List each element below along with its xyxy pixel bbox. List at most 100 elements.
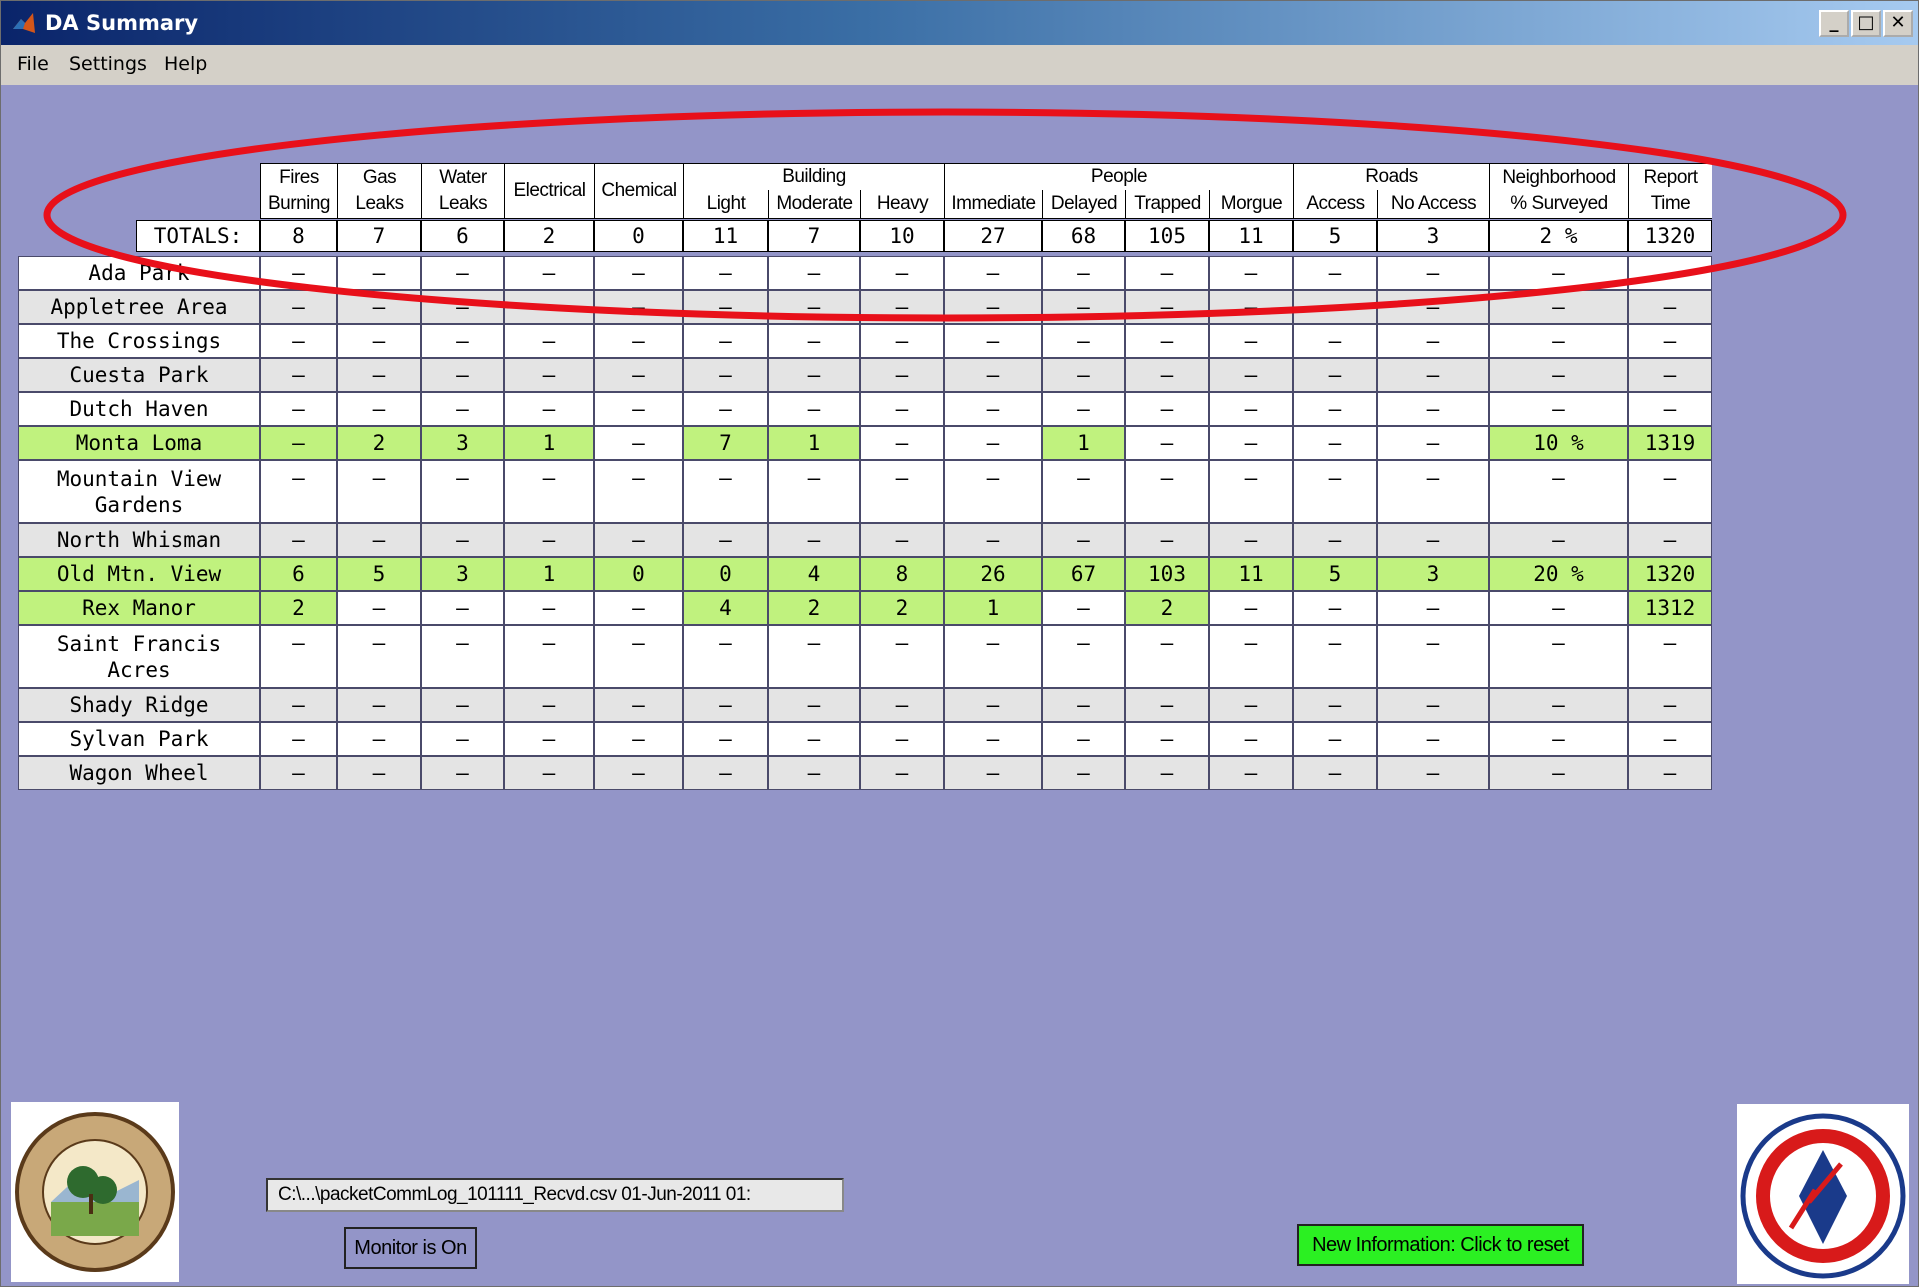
table-cell: –	[504, 324, 594, 358]
column-header: Light	[683, 190, 768, 218]
table-cell: –	[1293, 426, 1377, 460]
neighborhood-name[interactable]: Monta Loma	[18, 426, 260, 460]
neighborhood-name[interactable]: Appletree Area	[18, 290, 260, 324]
table-cell: –	[1125, 460, 1209, 523]
neighborhood-name[interactable]: Cuesta Park	[18, 358, 260, 392]
log-file-path-field[interactable]: C:\...\packetCommLog_101111_Recvd.csv 01…	[266, 1178, 844, 1212]
table-cell: –	[337, 591, 421, 625]
table-cell: –	[594, 324, 683, 358]
title-bar[interactable]: DA Summary _ □ ✕	[1, 1, 1918, 45]
table-cell: –	[1293, 358, 1377, 392]
neighborhood-name[interactable]: Sylvan Park	[18, 722, 260, 756]
table-cell: –	[421, 460, 504, 523]
neighborhood-name[interactable]: Shady Ridge	[18, 688, 260, 722]
table-cell: –	[594, 625, 683, 688]
table-cell: –	[944, 290, 1042, 324]
table-cell: –	[1042, 591, 1125, 625]
table-cell: 1312	[1628, 591, 1712, 625]
table-cell: –	[1628, 625, 1712, 688]
table-cell: –	[1125, 426, 1209, 460]
table-cell: 0	[683, 557, 768, 591]
table-cell: –	[944, 523, 1042, 557]
table-cell: –	[260, 256, 337, 290]
table-cell: –	[860, 756, 944, 790]
table-cell: –	[421, 591, 504, 625]
da-summary-window: DA Summary _ □ ✕ File Settings Help Buil…	[0, 0, 1919, 1287]
table-cell: –	[683, 688, 768, 722]
table-cell: –	[1293, 756, 1377, 790]
table-cell: 1	[504, 426, 594, 460]
table-cell: –	[337, 256, 421, 290]
table-cell: –	[1628, 358, 1712, 392]
neighborhood-name[interactable]: Saint Francis Acres	[18, 625, 260, 688]
table-cell: –	[337, 625, 421, 688]
table-cell: –	[944, 324, 1042, 358]
neighborhood-name[interactable]: Old Mtn. View	[18, 557, 260, 591]
table-cell: –	[421, 324, 504, 358]
table-cell: –	[1125, 625, 1209, 688]
table-cell: –	[594, 523, 683, 557]
group-header: People	[944, 164, 1293, 190]
table-cell: –	[1209, 756, 1293, 790]
table-cell: –	[1377, 358, 1489, 392]
totals-label: TOTALS:	[136, 220, 260, 252]
table-cell: –	[594, 426, 683, 460]
table-cell: –	[1042, 688, 1125, 722]
neighborhood-name[interactable]: Mountain View Gardens	[18, 460, 260, 523]
table-cell: –	[337, 688, 421, 722]
table-cell: –	[860, 722, 944, 756]
table-cell: –	[1209, 523, 1293, 557]
table-cell: –	[594, 688, 683, 722]
table-cell: –	[1489, 460, 1628, 523]
table-cell: –	[1489, 722, 1628, 756]
table-cell: –	[504, 392, 594, 426]
neighborhood-name[interactable]: Ada Park	[18, 256, 260, 290]
table-cell: –	[944, 756, 1042, 790]
table-cell: –	[594, 290, 683, 324]
menu-help[interactable]: Help	[164, 53, 207, 75]
minimize-button[interactable]: _	[1819, 10, 1849, 37]
table-cell: –	[1293, 591, 1377, 625]
table-cell: –	[1489, 256, 1628, 290]
column-header: Gas Leaks	[337, 164, 421, 218]
table-cell: –	[1489, 756, 1628, 790]
table-cell: –	[860, 290, 944, 324]
table-cell: –	[337, 290, 421, 324]
new-information-reset-button[interactable]: New Information: Click to reset	[1297, 1224, 1584, 1266]
table-cell: –	[860, 688, 944, 722]
table-cell: 1320	[1628, 557, 1712, 591]
table-cell: 2	[260, 591, 337, 625]
table-cell: –	[768, 688, 860, 722]
table-cell: 103	[1125, 557, 1209, 591]
close-button[interactable]: ✕	[1883, 10, 1913, 37]
table-cell: –	[1293, 290, 1377, 324]
table-cell: –	[1125, 324, 1209, 358]
table-cell: –	[1377, 392, 1489, 426]
table-cell: –	[768, 392, 860, 426]
neighborhood-name[interactable]: Wagon Wheel	[18, 756, 260, 790]
table-cell: –	[337, 358, 421, 392]
table-cell: –	[683, 722, 768, 756]
table-cell: –	[594, 591, 683, 625]
window-title: DA Summary	[45, 11, 199, 35]
table-cell: –	[1628, 392, 1712, 426]
menu-settings[interactable]: Settings	[69, 53, 147, 75]
table-cell: –	[1125, 523, 1209, 557]
neighborhood-name[interactable]: The Crossings	[18, 324, 260, 358]
monitor-status-button[interactable]: Monitor is On	[344, 1227, 477, 1269]
totals-cell: 105	[1125, 220, 1209, 252]
column-header: Moderate	[768, 190, 860, 218]
table-cell: –	[1377, 256, 1489, 290]
table-cell: 2	[768, 591, 860, 625]
table-cell: 20 %	[1489, 557, 1628, 591]
neighborhood-name[interactable]: North Whisman	[18, 523, 260, 557]
column-header: No Access	[1377, 190, 1489, 218]
table-cell: –	[1489, 591, 1628, 625]
neighborhood-name[interactable]: Rex Manor	[18, 591, 260, 625]
table-cell: –	[944, 426, 1042, 460]
menu-file[interactable]: File	[17, 53, 49, 75]
table-cell: –	[594, 392, 683, 426]
neighborhood-name[interactable]: Dutch Haven	[18, 392, 260, 426]
table-cell: –	[1377, 324, 1489, 358]
maximize-button[interactable]: □	[1851, 10, 1881, 37]
